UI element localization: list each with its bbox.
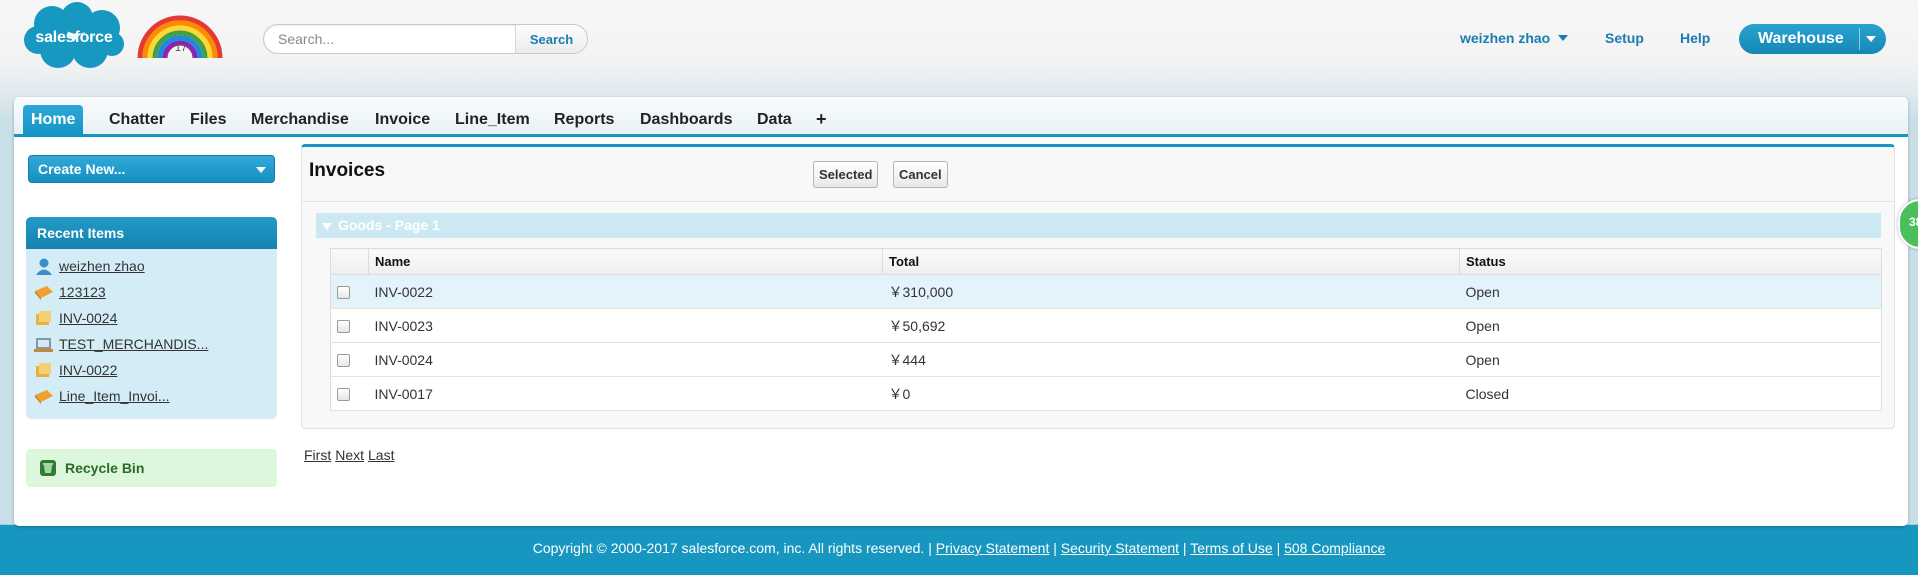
main-panel: Home Chatter Files Merchandise Invoice L… [14, 97, 1908, 526]
recent-item-label[interactable]: INV-0024 [59, 310, 117, 326]
tab-bar: Home Chatter Files Merchandise Invoice L… [14, 97, 1908, 137]
chevron-down-icon [256, 167, 266, 173]
logo-text: salesforce [35, 29, 113, 46]
add-tab-icon[interactable]: + [808, 105, 835, 134]
page-title: Invoices [309, 160, 386, 181]
tab-line-item[interactable]: Line_Item [447, 105, 538, 134]
tab-files[interactable]: Files [182, 105, 234, 134]
table-row: INV-0017 ￥0 Closed [330, 376, 1882, 411]
recent-item-label[interactable]: weizhen zhao [59, 258, 145, 274]
divider [302, 201, 1894, 202]
create-new-button[interactable]: Create New... [28, 155, 275, 183]
search-input[interactable] [264, 25, 516, 53]
recycle-bin-label: Recycle Bin [65, 460, 145, 476]
row-checkbox[interactable] [337, 388, 350, 402]
tab-data[interactable]: Data [749, 105, 800, 134]
collapse-triangle-icon [322, 222, 332, 230]
line-item-icon [35, 286, 53, 300]
chevron-down-icon [1866, 36, 1876, 42]
cell-status: Closed [1459, 376, 1882, 411]
cell-total: ￥50,692 [882, 308, 1460, 343]
rainbow-year: '17 [172, 42, 188, 54]
chevron-down-icon [1558, 35, 1569, 41]
recent-items-panel: Recent Items weizhen zhao 123123 INV-002… [26, 217, 277, 419]
cell-status: Open [1459, 308, 1882, 343]
line-item-icon [35, 390, 53, 404]
cell-total: ￥310,000 [882, 274, 1460, 309]
privacy-statement-link[interactable]: Privacy Statement [936, 540, 1050, 556]
row-checkbox[interactable] [337, 354, 350, 368]
selected-button[interactable]: Selected [813, 161, 879, 188]
app-name: Warehouse [1758, 30, 1844, 47]
invoices-table: Name Total Status INV-0022 ￥310,000 Open… [330, 248, 1882, 411]
copyright-text: Copyright © 2000-2017 salesforce.com, in… [532, 540, 932, 556]
salesforce-logo[interactable]: salesforce [22, 2, 126, 72]
global-header: salesforce '17 Search weizhen zhao Setup… [0, 0, 1918, 95]
cancel-button[interactable]: Cancel [893, 161, 948, 188]
cell-total: ￥444 [882, 342, 1460, 377]
search-button[interactable]: Search [515, 25, 587, 53]
pagination: First Next Last [304, 447, 398, 463]
list-item[interactable]: 123123 [34, 281, 106, 303]
tab-chatter[interactable]: Chatter [101, 105, 173, 134]
table-header-row: Name Total Status [330, 248, 1882, 275]
first-page-link[interactable]: First [304, 447, 331, 463]
invoices-section: Invoices Selected Cancel Goods - Page 1 … [301, 144, 1895, 429]
recent-item-label[interactable]: INV-0022 [59, 362, 117, 378]
search-box: Search [263, 24, 588, 54]
tab-home[interactable]: Home [23, 105, 84, 134]
recycle-bin-icon [40, 460, 56, 476]
merchandise-icon [34, 338, 53, 352]
security-statement-link[interactable]: Security Statement [1061, 540, 1179, 556]
list-item[interactable]: INV-0022 [34, 359, 117, 381]
compliance-508-link[interactable]: 508 Compliance [1284, 540, 1385, 556]
terms-of-use-link[interactable]: Terms of Use [1190, 540, 1272, 556]
cell-name: INV-0024 [368, 342, 883, 377]
setup-link[interactable]: Setup [1605, 30, 1644, 46]
create-new-label: Create New... [38, 161, 126, 177]
recent-item-label[interactable]: 123123 [59, 284, 106, 300]
invoice-icon [36, 363, 51, 377]
column-header-status[interactable]: Status [1459, 248, 1882, 275]
cell-status: Open [1459, 274, 1882, 309]
divider [1859, 28, 1860, 50]
recent-items-title: Recent Items [26, 217, 277, 249]
recycle-bin-link[interactable]: Recycle Bin [26, 449, 277, 487]
recent-item-label[interactable]: TEST_MERCHANDIS... [59, 336, 208, 352]
recent-item-label[interactable]: Line_Item_Invoi... [59, 388, 170, 404]
cell-name: INV-0017 [368, 376, 883, 411]
row-checkbox[interactable] [337, 320, 350, 334]
cell-status: Open [1459, 342, 1882, 377]
tab-merchandise[interactable]: Merchandise [243, 105, 357, 134]
cell-name: INV-0022 [368, 274, 883, 309]
footer: Copyright © 2000-2017 salesforce.com, in… [532, 540, 1386, 556]
table-row: INV-0022 ￥310,000 Open [330, 274, 1882, 309]
tab-invoice[interactable]: Invoice [367, 105, 438, 134]
app-switcher[interactable]: Warehouse [1739, 24, 1886, 54]
section-header[interactable]: Goods - Page 1 [316, 213, 1881, 238]
tab-dashboards[interactable]: Dashboards [632, 105, 740, 134]
invoice-icon [36, 311, 51, 325]
row-checkbox[interactable] [337, 286, 350, 300]
list-item[interactable]: weizhen zhao [34, 255, 145, 277]
table-row: INV-0023 ￥50,692 Open [330, 308, 1882, 343]
column-header-name[interactable]: Name [368, 248, 883, 275]
help-link[interactable]: Help [1680, 30, 1710, 46]
select-column-header [330, 248, 369, 275]
tab-reports[interactable]: Reports [546, 105, 622, 134]
user-name: weizhen zhao [1460, 30, 1551, 46]
last-page-link[interactable]: Last [368, 447, 394, 463]
user-icon [36, 258, 52, 275]
list-item[interactable]: TEST_MERCHANDIS... [34, 333, 208, 355]
list-item[interactable]: Line_Item_Invoi... [34, 385, 170, 407]
table-row: INV-0024 ￥444 Open [330, 342, 1882, 377]
section-title: Goods - Page 1 [338, 217, 440, 233]
cell-name: INV-0023 [368, 308, 883, 343]
next-page-link[interactable]: Next [335, 447, 364, 463]
list-item[interactable]: INV-0024 [34, 307, 117, 329]
cell-total: ￥0 [882, 376, 1460, 411]
user-menu[interactable]: weizhen zhao [1460, 30, 1569, 46]
column-header-total[interactable]: Total [882, 248, 1460, 275]
